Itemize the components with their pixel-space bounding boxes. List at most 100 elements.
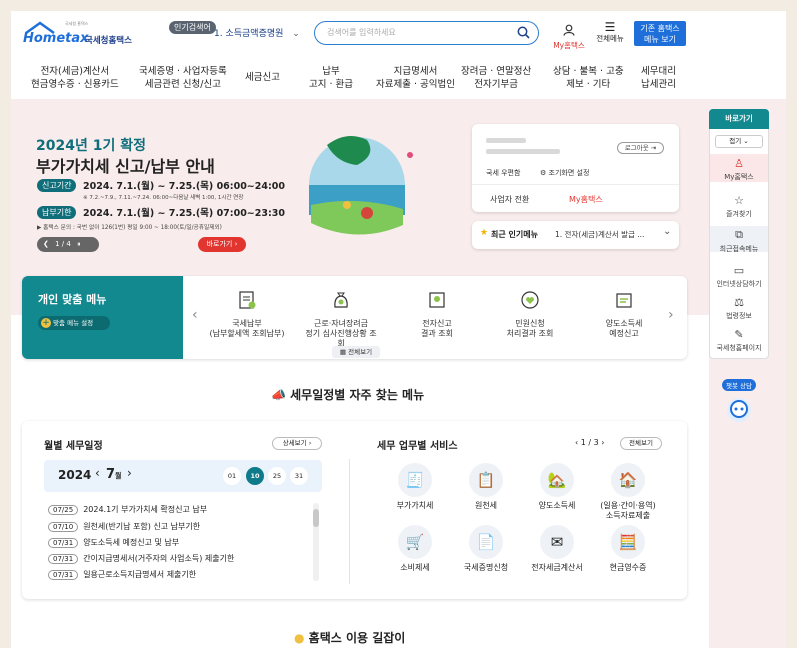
chevron-down-icon: ⌄ <box>292 29 300 39</box>
pause-icon[interactable]: ⏸ <box>77 240 81 248</box>
menu-item-label: 양도소득세 <box>605 319 643 328</box>
menu-item-capital-gains[interactable]: 양도소득세 예정신고 <box>586 289 662 339</box>
nav-item-certificate[interactable]: 국세증명 · 사업자등록 세금관련 신청/신고 <box>139 65 227 91</box>
nav-item-agent[interactable]: 세무대리 납세관리 <box>641 65 676 91</box>
chatbot-button[interactable]: 챗봇 상담 <box>719 373 759 423</box>
service-withholding[interactable]: 📋 원천세 <box>451 463 521 511</box>
service-capital-gains[interactable]: 🏡 양도소득세 <box>522 463 592 511</box>
menu-item-sublabel: 예정신고 <box>609 329 639 338</box>
schedule-item[interactable]: 07/10 원천세(반기납 포함) 신고 납부기한 <box>48 521 200 532</box>
withholding-icon: 📋 <box>469 463 503 497</box>
document-money-icon <box>239 291 256 309</box>
house-icon: 🏡 <box>540 463 574 497</box>
quick-recent[interactable]: ⧉ 최근접속메뉴 <box>710 226 768 253</box>
month-prev-icon[interactable]: ‹ <box>95 466 100 480</box>
day-label: 01 <box>227 472 237 480</box>
search-icon[interactable] <box>517 26 530 39</box>
nav-item-statement[interactable]: 지급명세서 자료제출 · 공익법인 <box>376 65 455 91</box>
hero-go-button[interactable]: 바로가기 › <box>198 237 246 252</box>
month-next-icon[interactable]: › <box>127 466 132 480</box>
service-e-invoice[interactable]: ✉ 전자세금계산서 <box>522 525 592 573</box>
hero-pager[interactable]: ❮ 1 / 4 ⏸ <box>37 237 99 252</box>
menu-item-label: 민원신청 <box>515 319 545 328</box>
quick-favorites[interactable]: ☆ 즐겨찾기 <box>710 194 768 219</box>
carousel-prev-icon[interactable]: ‹ <box>192 307 198 323</box>
day-chip-10[interactable]: 10 <box>246 467 264 485</box>
star-outline-icon: ☆ <box>734 194 744 207</box>
inquiry-text: ▶ 홈택스 문의 : 국번 없이 126(1번) 평일 9:00 ~ 18:00… <box>37 225 222 231</box>
menu-item-label: 근로·자녀장려금 <box>313 319 369 328</box>
panel-divider <box>349 459 350 584</box>
hot-search-select[interactable]: 1. 소득금액증명원 ⌄ <box>214 26 300 39</box>
prev-icon[interactable]: ‹ <box>575 438 578 447</box>
nav-item-incentive[interactable]: 장려금 · 연말정산 전자기부금 <box>461 65 531 91</box>
day-chip-01[interactable]: 01 <box>223 467 241 485</box>
chevron-down-icon[interactable]: ⌄ <box>663 226 671 237</box>
quick-menu-fold-button[interactable]: 접기 ⌄ <box>715 135 763 148</box>
service-cash-receipt[interactable]: 🧮 현금영수증 <box>593 525 663 573</box>
menu-item-civil-request[interactable]: 민원신청 처리결과 조회 <box>492 289 568 339</box>
custom-menu-setting-button[interactable]: + 맞춤 메뉴 설정 <box>38 316 110 330</box>
day-chip-31[interactable]: 31 <box>290 467 308 485</box>
logo[interactable]: 국세청 홈택스 Hometax 국세청홈택스 <box>23 21 133 47</box>
schedule-scrollbar[interactable] <box>313 503 319 581</box>
nav-item-consult[interactable]: 상담 · 불복 · 고충 제보 · 기타 <box>553 65 624 91</box>
schedule-text: 2024.1기 부가가치세 확정신고 납부 <box>83 505 208 514</box>
service-income-data[interactable]: 🏠 (일용·간이·용역) 소득자료제출 <box>593 463 663 521</box>
recent-popular-bar[interactable]: ★ 최근 인기메뉴 1. 전자(세금)계산서 발급 ... ⌄ <box>472 221 679 249</box>
schedule-item[interactable]: 07/31 양도소득세 예정신고 및 납부 <box>48 537 179 548</box>
nav-label: 납부 <box>322 66 340 77</box>
day-chip-25[interactable]: 25 <box>268 467 286 485</box>
quick-consult[interactable]: ▭ 인터넷상담하기 <box>710 264 768 289</box>
quick-label: 법령정보 <box>726 312 752 320</box>
services-pager[interactable]: ‹ 1 / 3 › <box>575 438 604 447</box>
quick-label: 국세청홈페이지 <box>716 344 762 352</box>
recent-popular-label: 최근 인기메뉴 <box>491 230 538 239</box>
period2-text: 2024. 7.1.(월) ~ 7.25.(목) 07:00~23:30 <box>83 208 286 219</box>
search-input[interactable]: 검색어를 입력하세요 <box>314 21 539 45</box>
star-icon: ★ <box>480 228 489 238</box>
services-pager-text: 1 / 3 <box>580 438 599 447</box>
scrollbar-thumb[interactable] <box>313 509 319 527</box>
quick-my-hometax[interactable]: ♙ My홈택스 <box>710 154 768 182</box>
next-icon[interactable]: › <box>601 438 604 447</box>
nav-label: 국세증명 · 사업자등록 <box>139 66 227 77</box>
quick-law[interactable]: ⚖ 법령정보 <box>710 296 768 321</box>
nav-item-tax-report[interactable]: 세금신고 <box>245 71 280 84</box>
menu-item-incentive[interactable]: 근로·자녀장려금 정기 심사진행상황 조회 <box>303 289 379 349</box>
quick-label: 인터넷상담하기 <box>716 280 762 288</box>
period2-badge: 납부기한 <box>37 206 77 219</box>
menu-item-sublabel: 처리결과 조회 <box>506 329 554 338</box>
screen-setting-link[interactable]: ⚙ 조기화면 설정 <box>540 168 589 178</box>
nav-item-invoice[interactable]: 전자(세금)계산서 현금영수증 · 신용카드 <box>31 65 119 91</box>
section-title-label: 세무일정별 자주 찾는 메뉴 <box>290 388 425 402</box>
schedule-item[interactable]: 07/31 일용근로소득지급명세서 제출기한 <box>48 569 196 580</box>
schedule-text: 일용근로소득지급명세서 제출기한 <box>83 570 197 579</box>
mailbox-link[interactable]: 국세 우편함 <box>486 168 520 178</box>
service-vat[interactable]: 🧾 부가가치세 <box>380 463 450 511</box>
carousel-next-icon[interactable]: › <box>668 307 674 323</box>
prev-icon[interactable]: ❮ <box>43 240 49 248</box>
service-consumption-tax[interactable]: 🛒 소비제세 <box>380 525 450 573</box>
schedule-detail-button[interactable]: 상세보기 › <box>272 437 322 450</box>
all-menu-button[interactable]: ☰ 전체메뉴 <box>593 21 627 47</box>
menu-item-e-filing[interactable]: 전자신고 결과 조회 <box>399 289 475 339</box>
schedule-item[interactable]: 07/25 2024.1기 부가가치세 확정신고 납부 <box>48 504 207 515</box>
menu-item-tax-payment[interactable]: 국세납부 (납부할세액 조회납부) <box>209 289 285 339</box>
quick-menu-title: 바로가기 <box>709 109 769 129</box>
switch-biz-button[interactable]: 사업자 전환 <box>490 194 529 205</box>
nav-item-payment[interactable]: 납부 고지 · 환급 <box>309 65 353 91</box>
service-certificate[interactable]: 📄 국세증명신청 <box>451 525 521 573</box>
custom-menu-view-all[interactable]: ▦ 전체보기 <box>332 346 380 358</box>
old-menu-button[interactable]: 기존 홈택스 메뉴 보기 <box>634 21 686 46</box>
hero-title-line2: 부가가치세 신고/납부 안내 <box>36 157 215 176</box>
my-hometax-link[interactable]: My홈택스 <box>569 194 603 205</box>
logout-button[interactable]: 로그아웃 ⇥ <box>617 142 664 154</box>
quick-nts-homepage[interactable]: ✎ 국세청홈페이지 <box>710 328 768 353</box>
schedule-item[interactable]: 07/31 간이지급명세서(거주자의 사업소득) 제출기한 <box>48 553 234 564</box>
menu-item-label: 국세납부 <box>232 319 262 328</box>
my-hometax-button[interactable]: My홈택스 <box>551 21 587 50</box>
service-label: (일용·간이·용역) <box>600 501 656 510</box>
services-view-all[interactable]: 전체보기 <box>620 437 662 450</box>
e-filing-icon <box>429 292 445 308</box>
